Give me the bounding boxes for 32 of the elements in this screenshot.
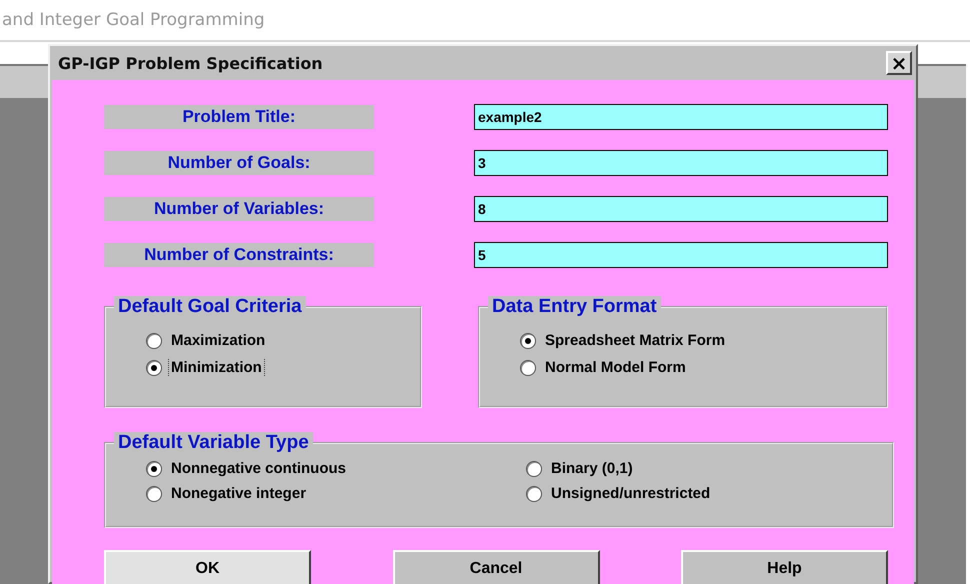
input-field[interactable]: example2 <box>474 104 888 130</box>
radio-option[interactable]: Spreadsheet Matrix Form <box>520 332 876 349</box>
input-field[interactable]: 5 <box>474 242 888 268</box>
input-field[interactable]: 8 <box>474 196 888 222</box>
window-title: GP-IGP Problem Specification <box>58 54 323 72</box>
dialog-button[interactable]: OK <box>104 550 311 584</box>
radio-button[interactable] <box>520 332 536 348</box>
radio-button[interactable] <box>520 360 536 376</box>
radio-button[interactable] <box>146 460 162 476</box>
radio-button[interactable] <box>526 486 542 502</box>
field-label: Problem Title: <box>104 105 374 129</box>
radio-option[interactable]: Binary (0,1) <box>526 460 882 477</box>
dialog-button[interactable]: Cancel <box>392 550 600 584</box>
radio-button[interactable] <box>526 460 542 476</box>
dialog-button[interactable]: Help <box>681 550 888 584</box>
radio-option[interactable]: Unsigned/unrestricted <box>526 485 882 502</box>
field-label: Number of Goals: <box>104 151 374 175</box>
radio-option[interactable]: Minimization <box>146 359 410 376</box>
input-field[interactable]: 3 <box>474 150 888 176</box>
group-title: Data Entry Format <box>488 296 661 318</box>
radio-option[interactable]: Maximization <box>146 332 410 349</box>
radio-option[interactable]: Nonnegative continuous <box>146 460 526 477</box>
radio-option[interactable]: Normal Model Form <box>520 359 876 376</box>
close-button[interactable]: × <box>886 51 912 75</box>
radio-button[interactable] <box>146 360 162 376</box>
radio-option[interactable]: Nonegative integer <box>146 485 526 502</box>
radio-button[interactable] <box>146 332 162 348</box>
radio-button[interactable] <box>146 486 162 502</box>
field-label: Number of Constraints: <box>104 243 374 267</box>
page-heading: and Integer Goal Programming <box>2 10 265 30</box>
field-label: Number of Variables: <box>104 197 374 221</box>
group-title: Default Variable Type <box>114 432 313 454</box>
